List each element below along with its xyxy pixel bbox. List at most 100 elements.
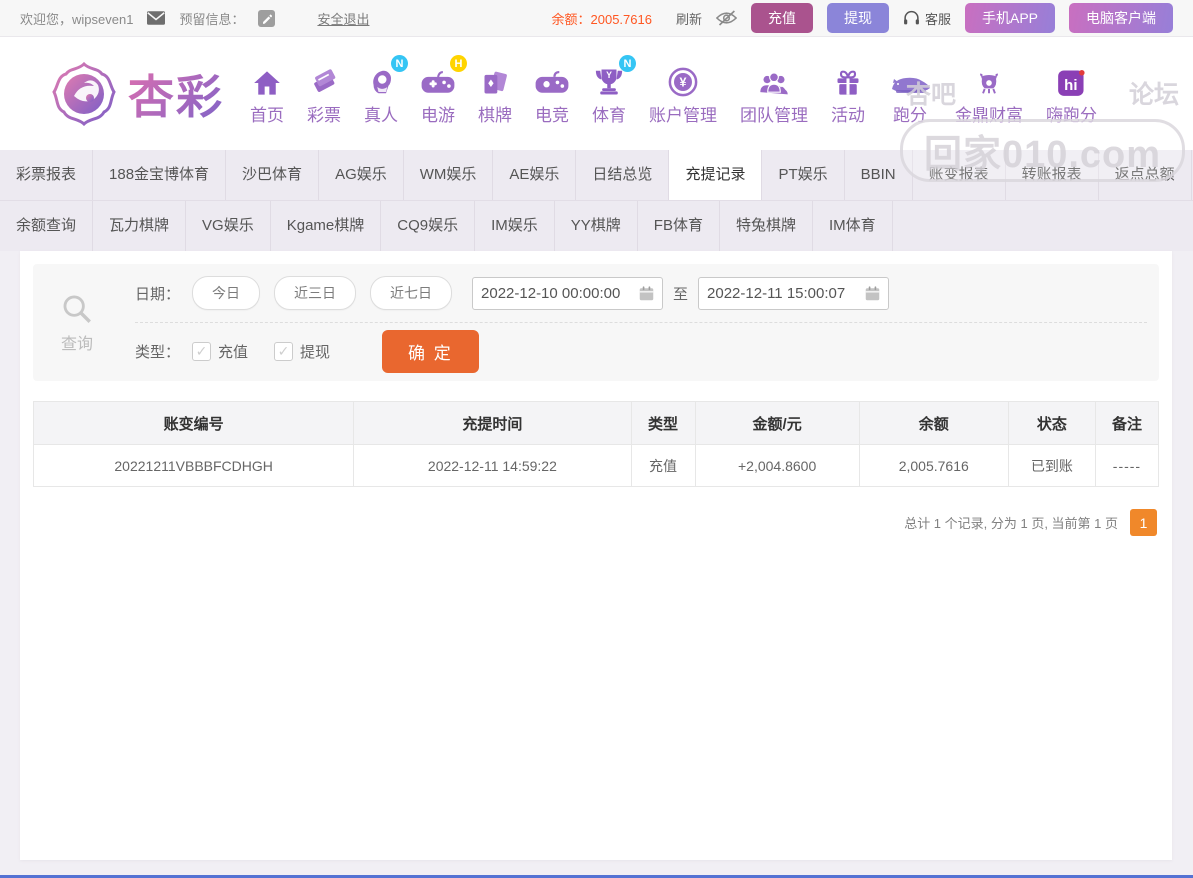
service-label: 客服 (925, 9, 951, 28)
tab[interactable]: AE娱乐 (493, 150, 576, 200)
tab[interactable]: IM娱乐 (475, 201, 555, 251)
page-1-button[interactable]: 1 (1130, 509, 1157, 536)
date-label: 日期： (135, 283, 180, 304)
nav-promotions[interactable]: 活动 (831, 61, 865, 126)
tab[interactable]: 特兔棋牌 (720, 201, 813, 251)
type-filter-row: 类型： ✓ 充值 ✓ 提现 确 定 (135, 322, 1147, 380)
cell-balance: 2,005.7616 (859, 445, 1008, 487)
tab[interactable]: 瓦力棋牌 (93, 201, 186, 251)
logout-link[interactable]: 安全退出 (317, 9, 369, 28)
to-label: 至 (673, 283, 688, 304)
tab[interactable]: BBIN (845, 150, 913, 200)
confirm-button[interactable]: 确 定 (382, 330, 479, 373)
date-from-wrap (472, 277, 663, 310)
range-7days-button[interactable]: 近七日 (370, 276, 452, 310)
site-header: 杏彩 首页 彩票 N 真人 H 电游 (0, 37, 1193, 150)
pc-client-button[interactable]: 电脑客户端 (1069, 3, 1173, 33)
trophy-icon: Y N (594, 61, 624, 97)
lottery-ticket-icon (309, 61, 339, 97)
checkbox-check-icon[interactable]: ✓ (192, 342, 211, 361)
nav-board-games[interactable]: 棋牌 (478, 61, 512, 126)
nav-live-casino[interactable]: N 真人 (364, 61, 398, 126)
nav-account-management[interactable]: ¥ 账户管理 (649, 61, 717, 126)
tab[interactable]: 日结总览 (576, 150, 669, 200)
main-panel: 查询 日期： 今日 近三日 近七日 至 类型： (20, 251, 1172, 860)
cell-remark: ----- (1095, 445, 1158, 487)
tab[interactable]: IM体育 (813, 201, 893, 251)
tab[interactable]: 彩票报表 (0, 150, 93, 200)
nav-lottery[interactable]: 彩票 (307, 61, 341, 126)
checkbox-check-icon[interactable]: ✓ (274, 342, 293, 361)
tab-row-1: 彩票报表188金宝博体育沙巴体育AG娱乐WM娱乐AE娱乐日结总览充提记录PT娱乐… (0, 150, 1193, 201)
nav-home[interactable]: 首页 (250, 61, 284, 126)
date-from-input[interactable] (481, 285, 631, 302)
refresh-link[interactable]: 刷新 (676, 9, 702, 28)
nav-esports[interactable]: 电竞 (535, 61, 569, 126)
tab[interactable]: WM娱乐 (404, 150, 494, 200)
col-header-type: 类型 (631, 402, 695, 445)
nav-jinding-wealth[interactable]: 金鼎财富 (955, 61, 1023, 126)
reserved-info-label: 预留信息： (179, 9, 244, 28)
pagination-summary: 总计 1 个记录, 分为 1 页, 当前第 1 页 (904, 513, 1118, 532)
balance-text: 余额：2005.7616 (552, 9, 652, 28)
date-filter-row: 日期： 今日 近三日 近七日 至 (135, 264, 1147, 322)
tab[interactable]: YY棋牌 (555, 201, 638, 251)
headset-icon[interactable]: 客服 (903, 9, 951, 28)
col-header-remark: 备注 (1095, 402, 1158, 445)
col-header-time: 充提时间 (354, 402, 631, 445)
table-header-row: 账变编号 充提时间 类型 金额/元 余额 状态 备注 (34, 402, 1159, 445)
query-section: 查询 (33, 264, 121, 381)
nav-team-management[interactable]: 团队管理 (740, 61, 808, 126)
home-icon (252, 61, 282, 97)
records-table: 账变编号 充提时间 类型 金额/元 余额 状态 备注 20221211VBBBF… (33, 401, 1159, 487)
live-dealer-icon: N (366, 61, 396, 97)
tab[interactable]: VG娱乐 (186, 201, 271, 251)
cell-record-id: 20221211VBBBFCDHGH (34, 445, 354, 487)
col-header-record-id: 账变编号 (34, 402, 354, 445)
eye-off-icon[interactable] (716, 10, 737, 26)
table-row: 20221211VBBBFCDHGH 2022-12-11 14:59:22 充… (34, 445, 1159, 487)
col-header-balance: 余额 (859, 402, 1008, 445)
tab[interactable]: 沙巴体育 (226, 150, 319, 200)
nav-slots[interactable]: H 电游 (421, 61, 455, 126)
cards-icon (481, 61, 509, 97)
filter-panel: 查询 日期： 今日 近三日 近七日 至 类型： (33, 264, 1159, 381)
edit-icon[interactable] (258, 10, 275, 27)
withdraw-checkbox[interactable]: ✓ 提现 (274, 341, 330, 362)
range-3days-button[interactable]: 近三日 (274, 276, 356, 310)
nav-paofen[interactable]: 跑分 (888, 61, 932, 126)
col-header-amount: 金额/元 (695, 402, 859, 445)
tab[interactable]: 账变报表 (913, 150, 1006, 200)
mail-icon[interactable] (147, 11, 165, 25)
tab[interactable]: 转账报表 (1006, 150, 1099, 200)
nav-hi-paofen[interactable]: hi 嗨跑分 (1046, 61, 1097, 126)
pagination: 总计 1 个记录, 分为 1 页, 当前第 1 页 1 (33, 509, 1159, 536)
tab[interactable]: FB体育 (638, 201, 720, 251)
date-to-input[interactable] (707, 285, 857, 302)
logo-flower-icon (52, 62, 116, 126)
tab[interactable]: CQ9娱乐 (381, 201, 475, 251)
tab[interactable]: PT娱乐 (762, 150, 844, 200)
deposit-button[interactable]: 充值 (751, 3, 813, 33)
search-icon (60, 292, 94, 326)
query-label: 查询 (61, 330, 93, 354)
gift-icon (834, 61, 862, 97)
tab[interactable]: 返点总额 (1099, 150, 1192, 200)
cell-time: 2022-12-11 14:59:22 (354, 445, 631, 487)
tab[interactable]: Kgame棋牌 (271, 201, 382, 251)
tab[interactable]: 余额查询 (0, 201, 93, 251)
deposit-checkbox[interactable]: ✓ 充值 (192, 341, 248, 362)
nav-sports[interactable]: Y N 体育 (592, 61, 626, 126)
calendar-icon[interactable] (865, 286, 880, 301)
mobile-app-button[interactable]: 手机APP (965, 3, 1055, 33)
esports-gamepad-icon (535, 61, 569, 97)
tab[interactable]: AG娱乐 (319, 150, 404, 200)
tab-row-2: 余额查询瓦力棋牌VG娱乐Kgame棋牌CQ9娱乐IM娱乐YY棋牌FB体育特兔棋牌… (0, 201, 1193, 251)
site-logo[interactable]: 杏彩 (52, 61, 224, 127)
calendar-icon[interactable] (639, 286, 654, 301)
type-label: 类型： (135, 341, 180, 362)
tab[interactable]: 188金宝博体育 (93, 150, 226, 200)
range-today-button[interactable]: 今日 (192, 276, 260, 310)
withdraw-button[interactable]: 提现 (827, 3, 889, 33)
tab[interactable]: 充提记录 (669, 147, 762, 200)
